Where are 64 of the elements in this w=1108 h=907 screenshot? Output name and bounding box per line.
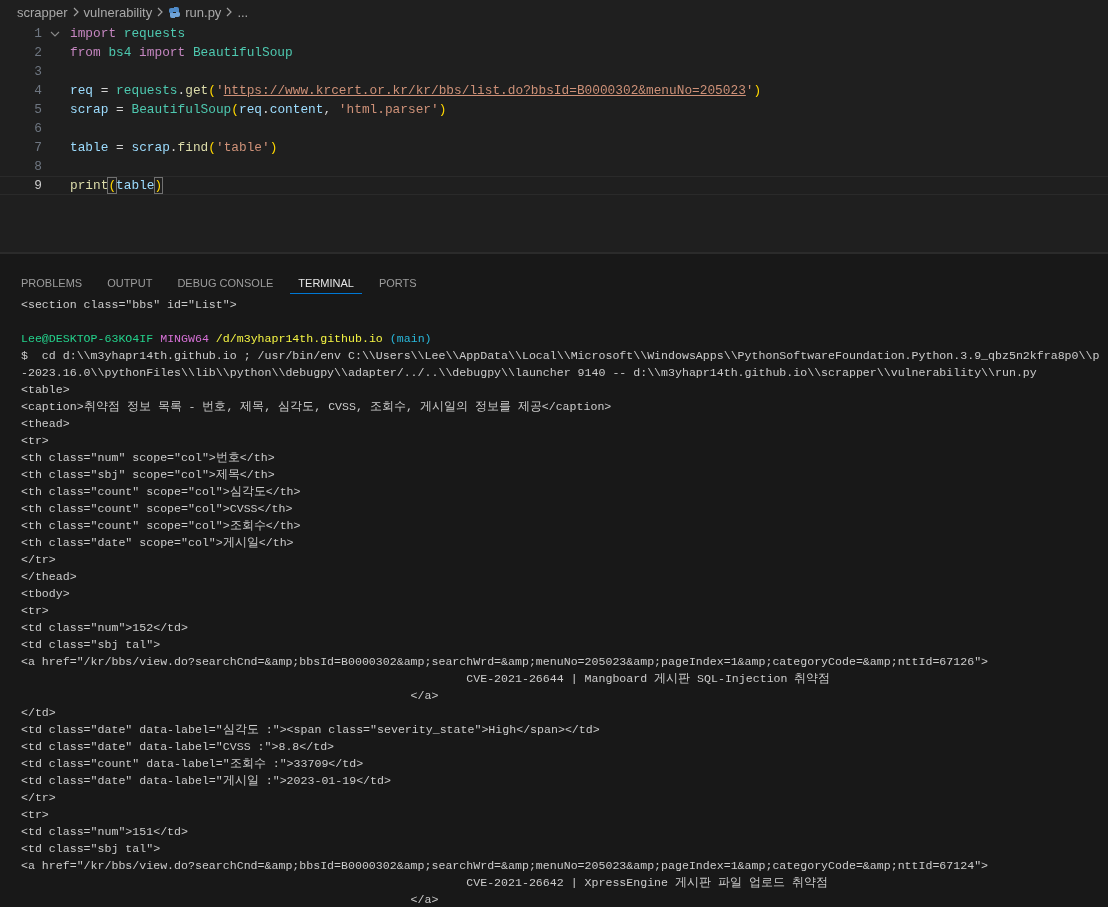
code-line: req = requests.get('https://www.krcert.or.kr/kr/bbs/list.do?bbsId=B0000302&menuNo=205023')	[70, 83, 762, 98]
terminal-line: <thead>	[21, 417, 70, 430]
terminal-line: <tbody>	[21, 587, 70, 600]
terminal-line: <th class="count" scope="col">CVSS</th>	[21, 502, 293, 515]
terminal-line: <th class="sbj" scope="col">제목</th>	[21, 468, 275, 481]
chevron-icon	[156, 7, 165, 17]
terminal-line: </td>	[21, 706, 56, 719]
terminal-line: <th class="count" scope="col">심각도</th>	[21, 485, 301, 498]
line-number: 7	[33, 140, 42, 155]
terminal-line: <section class="bbs" id="List">	[21, 298, 237, 311]
terminal-line: <tr>	[21, 434, 49, 447]
line-number: 9	[33, 178, 42, 193]
breadcrumb-item[interactable]: run.py	[185, 4, 222, 20]
code-line: table = scrap.find('table')	[70, 140, 278, 155]
breadcrumb-item[interactable]: scrapper	[17, 4, 68, 20]
terminal-line: </tr>	[21, 553, 56, 566]
terminal-line: </a>	[409, 689, 439, 702]
panel-tab[interactable]: DEBUG CONSOLE	[169, 272, 282, 294]
line-number: 3	[33, 64, 42, 79]
file-type-icon	[168, 5, 182, 19]
terminal-line: <a href="/kr/bbs/view.do?searchCnd=&amp;bbsId=B0000302&amp;searchWrd=&amp;menuNo=205023&amp;pageIndex=1&amp;categoryCode=&amp;nttId=67126">	[21, 655, 989, 668]
terminal-line: <td class="num">151</td>	[21, 825, 188, 838]
terminal-line: <td class="date" data-label="CVSS :">8.8</td>	[21, 740, 335, 753]
terminal-line: <table>	[21, 383, 70, 396]
terminal-line: <tr>	[21, 808, 49, 821]
terminal-line: <a href="/kr/bbs/view.do?searchCnd=&amp;bbsId=B0000302&amp;searchWrd=&amp;menuNo=205023&amp;pageIndex=1&amp;categoryCode=&amp;nttId=67124">	[21, 859, 989, 872]
breadcrumb-more[interactable]: ...	[237, 4, 249, 20]
panel-tab[interactable]: PROBLEMS	[13, 272, 91, 294]
terminal-prompt: Lee@DESKTOP-63KO4IF MINGW64 /d/m3yhapr14th.github.io (main)	[21, 332, 432, 345]
panel-tab[interactable]: PORTS	[370, 272, 425, 294]
code-line: print(table)	[70, 178, 163, 193]
breadcrumb-item[interactable]: vulnerability	[83, 4, 153, 20]
terminal-line: <td class="num">152</td>	[21, 621, 188, 634]
terminal-line: <tr>	[21, 604, 49, 617]
terminal-line: <td class="sbj tal">	[21, 842, 161, 855]
code-line: scrap = BeautifulSoup(req.content, 'html.parser')	[70, 102, 447, 117]
line-number: 1	[33, 26, 42, 41]
terminal-line: $ cd d:\\m3yhapr14th.github.io ; /usr/bin/env C:\\Users\\Lee\\AppData\\Local\\Microsoft\\WindowsApps\\PythonSoftwareFoundation.Python.3.9_qbz5n2kfra8p0\\p	[21, 349, 1100, 362]
panel-tab[interactable]: TERMINAL	[290, 272, 362, 294]
code-line: from bs4 import BeautifulSoup	[70, 45, 293, 60]
line-number: 6	[33, 121, 42, 136]
terminal-line: </a>	[409, 893, 439, 906]
terminal-line: <th class="date" scope="col">게시일</th>	[21, 536, 294, 549]
terminal-line: <td class="date" data-label="심각도 :"><span class="severity_state">High</span></td>	[21, 723, 600, 736]
line-number: 8	[33, 159, 42, 174]
panel-tab[interactable]: OUTPUT	[99, 272, 161, 294]
terminal-line: CVE-2021-26642 | XpressEngine 게시판 파일 업로드 취약점	[465, 876, 828, 889]
chevron-icon	[71, 7, 80, 17]
line-number: 2	[33, 45, 42, 60]
terminal-line: CVE-2021-26644 | Mangboard 게시판 SQL-Injection 취약점	[465, 672, 831, 685]
terminal-line: <th class="count" scope="col">조회수</th>	[21, 519, 301, 532]
line-number: 5	[33, 102, 42, 117]
fold-chevron-icon[interactable]	[50, 30, 60, 37]
terminal-line: </thead>	[21, 570, 77, 583]
terminal-line: -2023.16.0\\pythonFiles\\lib\\python\\debugpy\\adapter/../..\\debugpy\\launcher 9140 -- d:\\m3yhapr14th.github.io\\scrapper\\vulnerability\\run.py	[21, 366, 1037, 379]
terminal-line: <td class="sbj tal">	[21, 638, 161, 651]
terminal-line: <caption>취약점 정보 목록 - 번호, 제목, 심각도, CVSS, 조회수, 게시일의 정보를 제공</caption>	[21, 400, 612, 413]
code-line: import requests	[70, 26, 186, 41]
terminal-line: <th class="num" scope="col">번호</th>	[21, 451, 275, 464]
terminal-line: <td class="count" data-label="조회수 :">33709</td>	[21, 757, 364, 770]
terminal-line: <td class="date" data-label="게시일 :">2023-01-19</td>	[21, 774, 391, 787]
terminal-line: </tr>	[21, 791, 56, 804]
chevron-icon	[225, 7, 234, 17]
line-number: 4	[33, 83, 42, 98]
